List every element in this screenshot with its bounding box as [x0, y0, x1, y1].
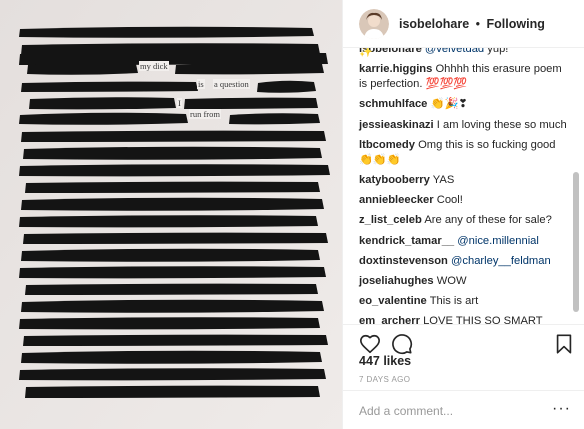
- comment-item: karrie.higgins Ohhhh this erasure poem i…: [359, 62, 567, 92]
- blackout-poem-image: [0, 0, 342, 429]
- comments-scrollbar[interactable]: [573, 172, 579, 312]
- comment-item: ltbcomedy Omg this is so fucking good 👏👏…: [359, 138, 567, 168]
- comment-text: 👏🎉❣: [430, 98, 468, 111]
- sparkle-icon: ✨: [359, 48, 373, 58]
- comment-item: kendrick_tamar__ @nice.millennial: [359, 234, 567, 249]
- comment-text: Are any of these for sale?: [424, 214, 552, 227]
- marker-stroke: [23, 232, 328, 244]
- marker-stroke: [23, 334, 328, 346]
- marker-stroke: [25, 181, 320, 193]
- instagram-post: my dick is a question I run from isobelo…: [0, 0, 584, 429]
- more-options-icon[interactable]: ···: [552, 400, 571, 418]
- marker-stroke: [25, 283, 318, 295]
- comment-text: This is art: [429, 295, 479, 308]
- comment-text: yup!: [484, 48, 509, 55]
- marker-stroke: [21, 350, 322, 364]
- poem-word-1: my dick: [139, 61, 169, 71]
- poem-word-5: run from: [189, 109, 221, 119]
- marker-stroke: [19, 112, 188, 125]
- marker-stroke: [19, 368, 326, 381]
- comment-username[interactable]: em_archerr: [359, 315, 420, 324]
- post-date[interactable]: 7 DAYS AGO: [359, 375, 410, 384]
- comment-mention-link[interactable]: @velvetdad: [425, 48, 484, 55]
- heart-icon[interactable]: [359, 333, 381, 355]
- marker-stroke: [175, 63, 324, 75]
- add-comment-bar: ···: [343, 390, 584, 429]
- comment-username[interactable]: kendrick_tamar__: [359, 235, 454, 247]
- comment-text: WOW: [436, 274, 467, 287]
- marker-stroke: [184, 97, 318, 109]
- poem-word-2: is: [197, 79, 205, 89]
- bookmark-icon[interactable]: [553, 333, 575, 355]
- comment-text: YAS: [432, 173, 455, 186]
- comment-username[interactable]: anniebleecker: [359, 194, 434, 206]
- comment-username[interactable]: eo_valentine: [359, 295, 427, 307]
- comment-item: jessieaskinazi I am loving these so much: [359, 118, 567, 133]
- comment-item: isobelohare @velvetdad yup!: [359, 48, 567, 57]
- comment-mention-link[interactable]: @nice.millennial: [457, 235, 539, 247]
- comments-list[interactable]: ✨ isobelohare @velvetdad yup! karrie.higg…: [343, 48, 584, 324]
- username-link[interactable]: isobelohare: [399, 17, 469, 31]
- comment-item: z_list_celeb Are any of these for sale?: [359, 213, 567, 228]
- comment-item: em_archerr LOVE THIS SO SMART AND SO TEL…: [359, 314, 567, 324]
- marker-stroke: [21, 197, 324, 211]
- marker-stroke: [21, 299, 324, 313]
- marker-stroke: [21, 81, 198, 92]
- comment-username[interactable]: karrie.higgins: [359, 63, 432, 75]
- following-button[interactable]: Following: [487, 17, 545, 31]
- comment-username[interactable]: katybooberry: [359, 174, 430, 186]
- comment-item: eo_valentine This is art: [359, 294, 567, 309]
- comment-icon[interactable]: [391, 333, 413, 355]
- post-sidebar: isobelohare • Following ✨ isobelohare @v…: [342, 0, 584, 429]
- comment-item: anniebleecker Cool!: [359, 193, 567, 208]
- marker-stroke: [23, 146, 322, 160]
- marker-stroke: [19, 164, 330, 177]
- comment-item: joseliahughes WOW: [359, 274, 567, 289]
- comment-text: I am loving these so much: [436, 118, 567, 131]
- marker-stroke: [21, 248, 320, 262]
- marker-stroke: [29, 97, 176, 110]
- comment-mention-link[interactable]: @charley__feldman: [451, 255, 551, 267]
- comment-username[interactable]: z_list_celeb: [359, 214, 422, 226]
- comment-username[interactable]: ltbcomedy: [359, 139, 415, 151]
- poem-word-3: a question: [213, 79, 250, 89]
- add-comment-input[interactable]: [359, 402, 539, 420]
- post-header: isobelohare • Following: [343, 0, 584, 48]
- comment-username[interactable]: joseliahughes: [359, 275, 434, 287]
- marker-stroke: [19, 266, 326, 279]
- post-photo[interactable]: my dick is a question I run from: [0, 0, 342, 429]
- marker-stroke: [19, 215, 318, 228]
- separator-dot: •: [475, 16, 481, 31]
- comment-item: katybooberry YAS: [359, 173, 567, 188]
- avatar[interactable]: [359, 8, 389, 39]
- comment-text: Cool!: [436, 194, 463, 207]
- comment-username[interactable]: jessieaskinazi: [359, 119, 434, 131]
- marker-stroke: [21, 130, 326, 142]
- poem-word-4: I: [177, 98, 182, 108]
- comment-item: schmuhlface 👏🎉❣: [359, 97, 567, 112]
- marker-stroke: [229, 113, 320, 125]
- likes-count[interactable]: 447 likes: [359, 354, 411, 368]
- marker-stroke: [27, 62, 138, 75]
- comment-item: doxtinstevenson @charley__feldman: [359, 254, 567, 269]
- marker-stroke: [257, 80, 316, 93]
- marker-stroke: [19, 317, 320, 330]
- comment-username[interactable]: doxtinstevenson: [359, 255, 448, 267]
- comment-username[interactable]: schmuhlface: [359, 98, 427, 110]
- marker-stroke: [25, 385, 320, 398]
- marker-stroke: [19, 26, 314, 38]
